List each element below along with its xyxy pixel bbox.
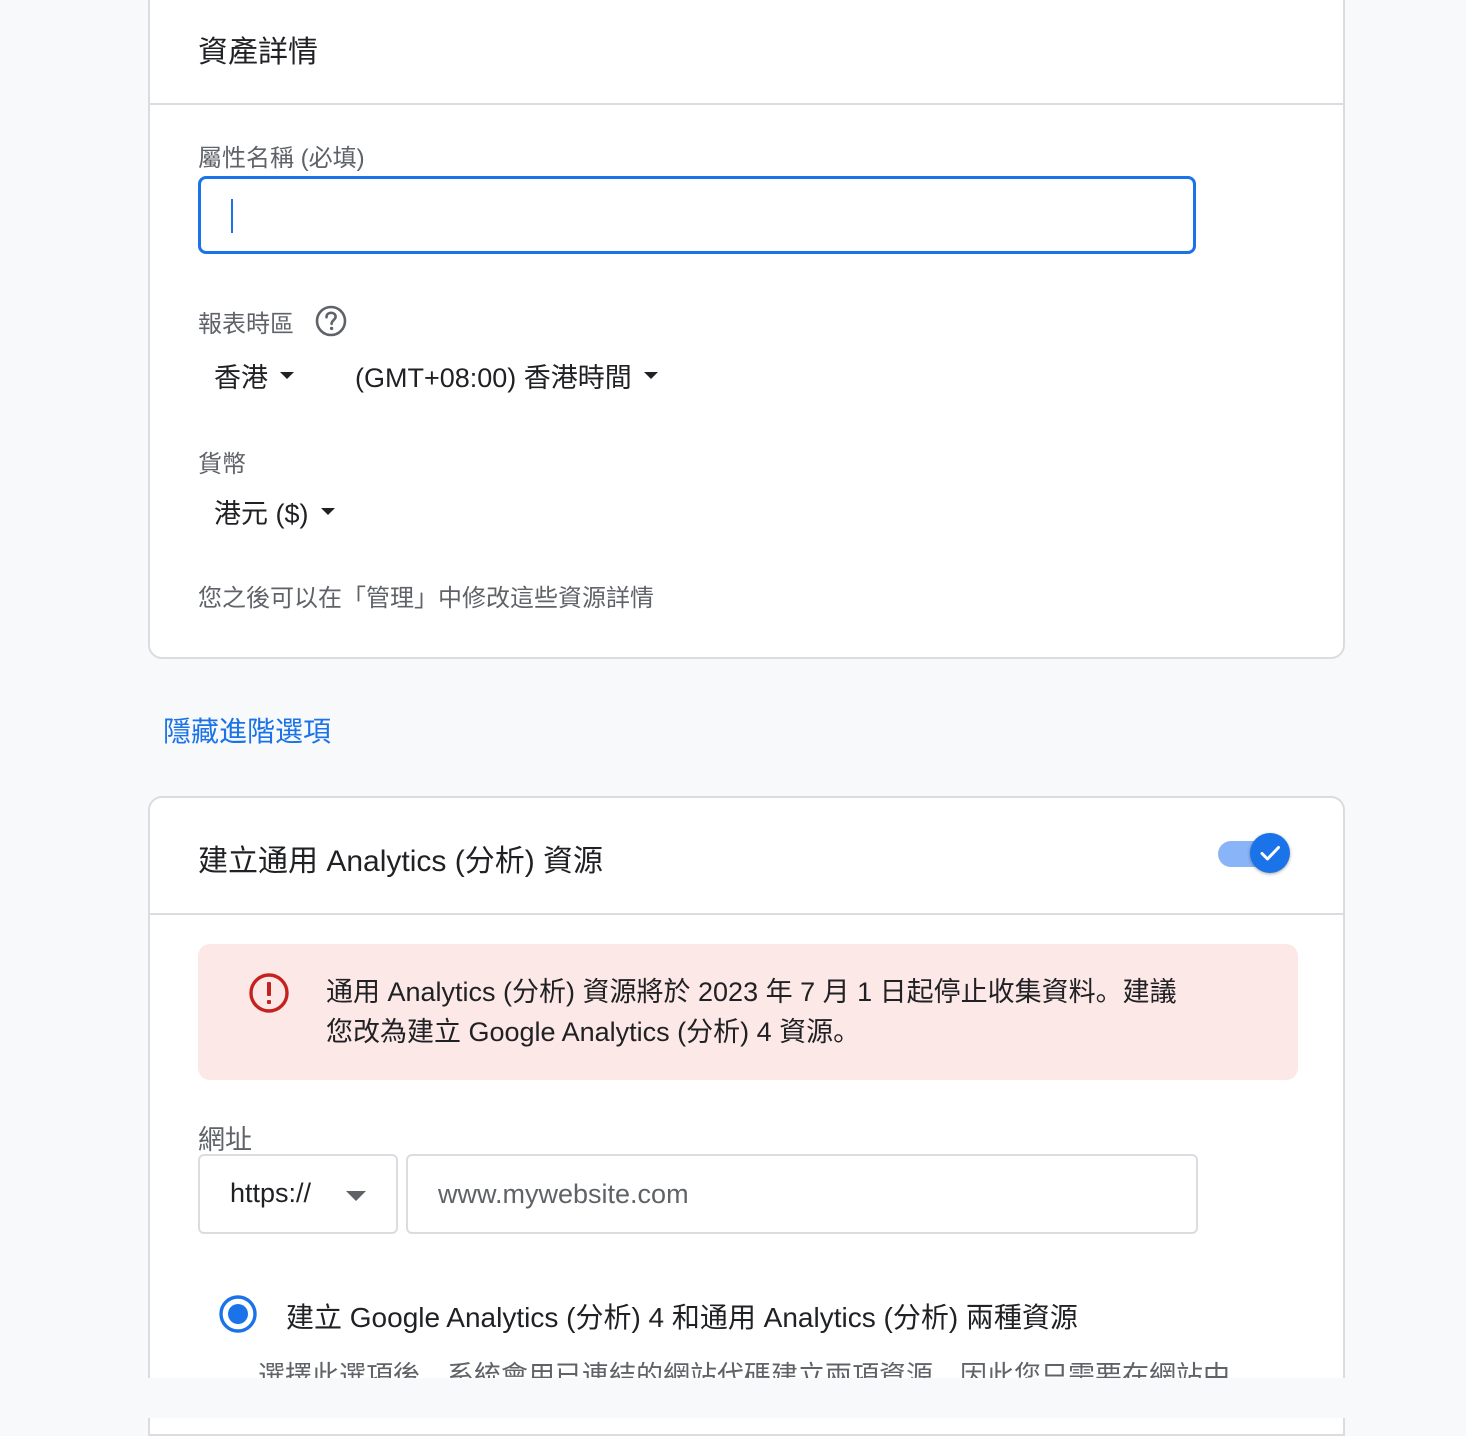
card-title: 資產詳情 (198, 36, 318, 69)
universal-analytics-toggle[interactable] (1218, 833, 1292, 875)
triangle-down-icon (320, 508, 335, 515)
timezone-select[interactable]: (GMT+08:00) 香港時間 (355, 356, 658, 395)
property-name-label: 屬性名稱 (必填) (198, 145, 365, 172)
timezone-label: 報表時區 (198, 311, 294, 338)
edit-later-hint: 您之後可以在「管理」中修改這些資源詳情 (198, 585, 654, 612)
alert-line: 您改為建立 Google Analytics (分析) 4 資源。 (326, 1017, 861, 1047)
timezone-value: (GMT+08:00) 香港時間 (355, 363, 632, 393)
text-caret (231, 199, 233, 233)
protocol-select[interactable]: https:// (198, 1154, 398, 1234)
alert-message: 通用 Analytics (分析) 資源將於 2023 年 7 月 1 日起停止… (326, 972, 1246, 1052)
property-name-input[interactable] (198, 176, 1196, 254)
radio-button-selected[interactable] (218, 1294, 258, 1334)
radio-option-label[interactable]: 建立 Google Analytics (分析) 4 和通用 Analytics… (286, 1296, 1078, 1336)
currency-label: 貨幣 (198, 451, 246, 478)
toggle-knob (1250, 833, 1290, 873)
help-circle-icon[interactable] (314, 304, 348, 338)
timezone-country-select[interactable]: 香港 (214, 356, 294, 395)
currency-select[interactable]: 港元 ($) (214, 492, 335, 531)
hide-advanced-options-link[interactable]: 隱藏進階選項 (163, 710, 331, 750)
property-details-card: 資產詳情 屬性名稱 (必填) 報表時區 香港 (GMT+08:00) 香港時間 … (148, 0, 1345, 659)
alert-line: 通用 Analytics (分析) 資源將於 2023 年 7 月 1 日起停止… (326, 977, 1177, 1007)
protocol-value: https:// (230, 1178, 312, 1208)
currency-value: 港元 ($) (214, 499, 309, 529)
triangle-down-icon (643, 372, 658, 379)
website-url-input[interactable] (406, 1154, 1198, 1234)
triangle-down-icon (346, 1191, 366, 1201)
triangle-down-icon (280, 372, 294, 379)
card-header: 資產詳情 (150, 0, 1343, 105)
url-label: 網址 (198, 1125, 252, 1155)
card-header: 建立通用 Analytics (分析) 資源 (150, 798, 1343, 915)
error-circle-icon (249, 973, 289, 1013)
viewport-bottom-edge (0, 1378, 1466, 1418)
timezone-country-value: 香港 (214, 363, 268, 393)
universal-analytics-card: 建立通用 Analytics (分析) 資源 通用 Analytics (分析)… (148, 796, 1345, 1436)
check-icon (1260, 846, 1280, 861)
card-title: 建立通用 Analytics (分析) 資源 (198, 845, 604, 878)
deprecation-alert: 通用 Analytics (分析) 資源將於 2023 年 7 月 1 日起停止… (198, 944, 1298, 1080)
